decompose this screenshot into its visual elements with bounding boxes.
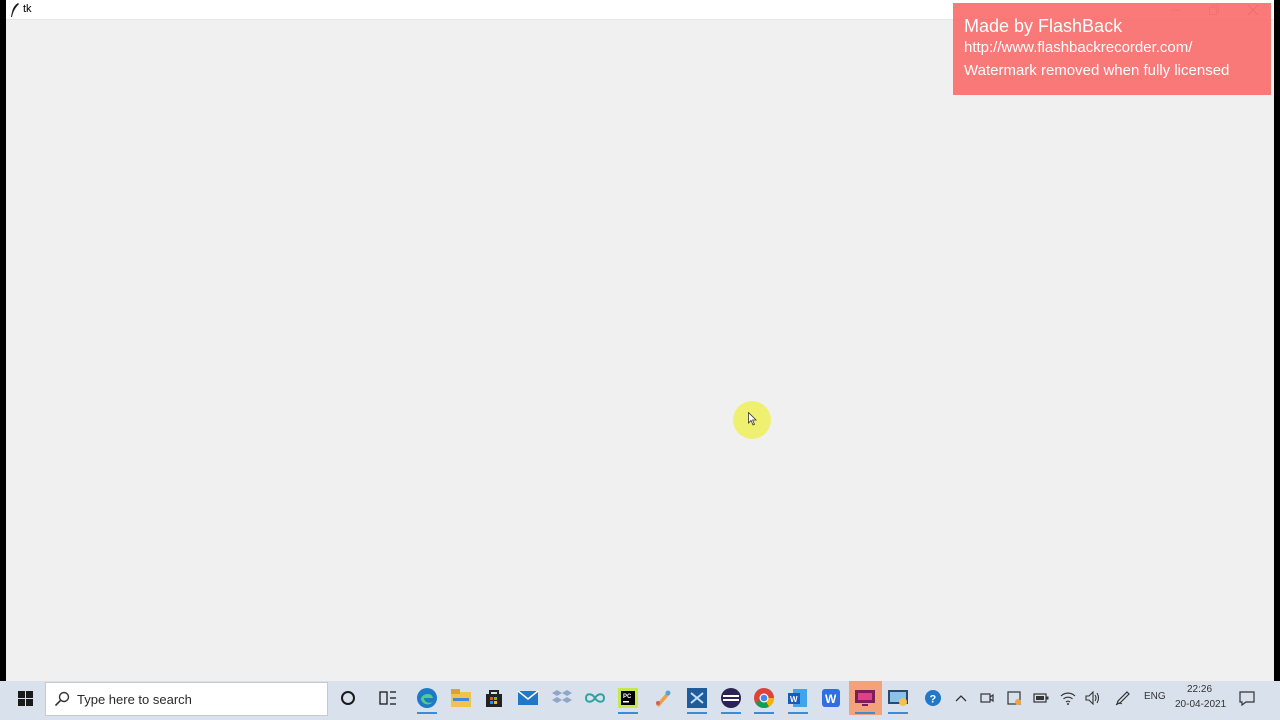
taskbar-app-chrome[interactable]: [752, 686, 776, 714]
wifi-icon: [1060, 692, 1076, 705]
dropbox-icon: [552, 690, 572, 703]
tk-feather-icon: [11, 3, 19, 17]
taskbar: Type here to search PC W W ? ENG 22:26 2…: [0, 681, 1280, 720]
taskbar-app-mail[interactable]: [516, 686, 540, 710]
chevron-up-icon: [955, 695, 967, 702]
taskbar-app-dropbox[interactable]: [550, 686, 574, 710]
mail-icon: [517, 690, 539, 705]
tray-wifi[interactable]: [1059, 689, 1077, 707]
running-indicator: [888, 712, 908, 714]
task-view-icon: [379, 691, 396, 705]
running-indicator: [754, 712, 774, 714]
taskbar-app-word[interactable]: W: [786, 686, 810, 714]
search-placeholder: Type here to search: [77, 692, 192, 707]
search-icon: [54, 691, 70, 707]
watermark-url: http://www.flashbackrecorder.com/: [964, 39, 1193, 56]
tray-overflow[interactable]: [952, 689, 970, 707]
taskbar-app-pycharm[interactable]: PC: [616, 686, 640, 714]
tray-help[interactable]: ?: [924, 689, 942, 707]
tray-volume[interactable]: [1084, 689, 1102, 707]
start-button[interactable]: [6, 681, 44, 715]
running-indicator: [855, 712, 875, 714]
svg-text:PC: PC: [623, 694, 632, 700]
recorder-watermark: Made by FlashBack http://www.flashbackre…: [953, 3, 1271, 95]
running-indicator: [721, 712, 741, 714]
tray-battery[interactable]: [1032, 689, 1050, 707]
volume-icon: [1085, 691, 1100, 705]
taskbar-app-arduino[interactable]: [583, 686, 607, 710]
running-indicator: [788, 712, 808, 714]
watermark-note: Watermark removed when fully licensed: [964, 62, 1230, 79]
taskbar-app-file-explorer[interactable]: [449, 686, 473, 710]
running-indicator: [687, 712, 707, 714]
watermark-title: Made by FlashBack: [964, 16, 1123, 36]
taskbar-app-eclipse[interactable]: [719, 686, 743, 714]
windows-logo-icon: [17, 690, 33, 706]
taskbar-app-vscode[interactable]: [685, 686, 709, 714]
cortana-button[interactable]: [336, 686, 360, 710]
taskbar-app-store[interactable]: [482, 686, 506, 710]
taskbar-app-paint[interactable]: [651, 686, 675, 710]
file-explorer-icon: [451, 689, 471, 707]
paint-icon: [656, 690, 671, 707]
svg-text:W: W: [825, 692, 837, 706]
language-indicator[interactable]: ENG: [1144, 691, 1166, 702]
tray-pen[interactable]: [1114, 689, 1132, 707]
word-icon: W: [788, 689, 807, 707]
clock-date[interactable]: 20-04-2021: [1175, 699, 1226, 710]
running-indicator: [618, 712, 638, 714]
window-title: tk: [23, 3, 32, 15]
help-icon: ?: [925, 690, 941, 706]
running-indicator: [417, 712, 437, 714]
pen-icon: [1115, 691, 1130, 706]
desktop-screen: tk Made by FlashBack http://www.flashbac…: [0, 0, 1280, 720]
tk-window: tk: [6, 0, 1274, 681]
camera-icon: [980, 693, 994, 703]
sync-icon: [1007, 691, 1021, 705]
edge-icon: [417, 688, 437, 708]
taskbar-app-screen-capture[interactable]: [886, 686, 910, 714]
notification-icon: [1239, 691, 1255, 706]
vscode-icon: [687, 688, 707, 708]
screen-border: [1274, 0, 1280, 681]
clock-time[interactable]: 22:26: [1187, 684, 1212, 695]
svg-text:?: ?: [930, 694, 937, 706]
taskbar-app-recorder[interactable]: [853, 686, 877, 714]
cortana-icon: [341, 691, 355, 705]
eclipse-icon: [721, 688, 741, 708]
chrome-icon: [754, 688, 775, 709]
screen-capture-icon: [888, 690, 908, 706]
battery-icon: [1033, 693, 1049, 703]
recorder-icon: [855, 690, 875, 706]
action-center-button[interactable]: [1238, 689, 1256, 707]
task-view-button[interactable]: [376, 686, 400, 710]
wps-icon: W: [822, 689, 840, 707]
svg-text:W: W: [790, 695, 798, 704]
tray-meet-now[interactable]: [978, 689, 996, 707]
taskbar-search-box[interactable]: Type here to search: [45, 682, 328, 716]
tray-sync[interactable]: [1005, 689, 1023, 707]
store-icon: [486, 690, 502, 707]
taskbar-app-edge[interactable]: [415, 686, 439, 714]
mouse-cursor-icon: [748, 412, 757, 426]
pycharm-icon: PC: [618, 688, 638, 708]
arduino-icon: [584, 693, 606, 703]
taskbar-app-wps[interactable]: W: [819, 686, 843, 710]
window-client-area[interactable]: [6, 21, 1274, 681]
